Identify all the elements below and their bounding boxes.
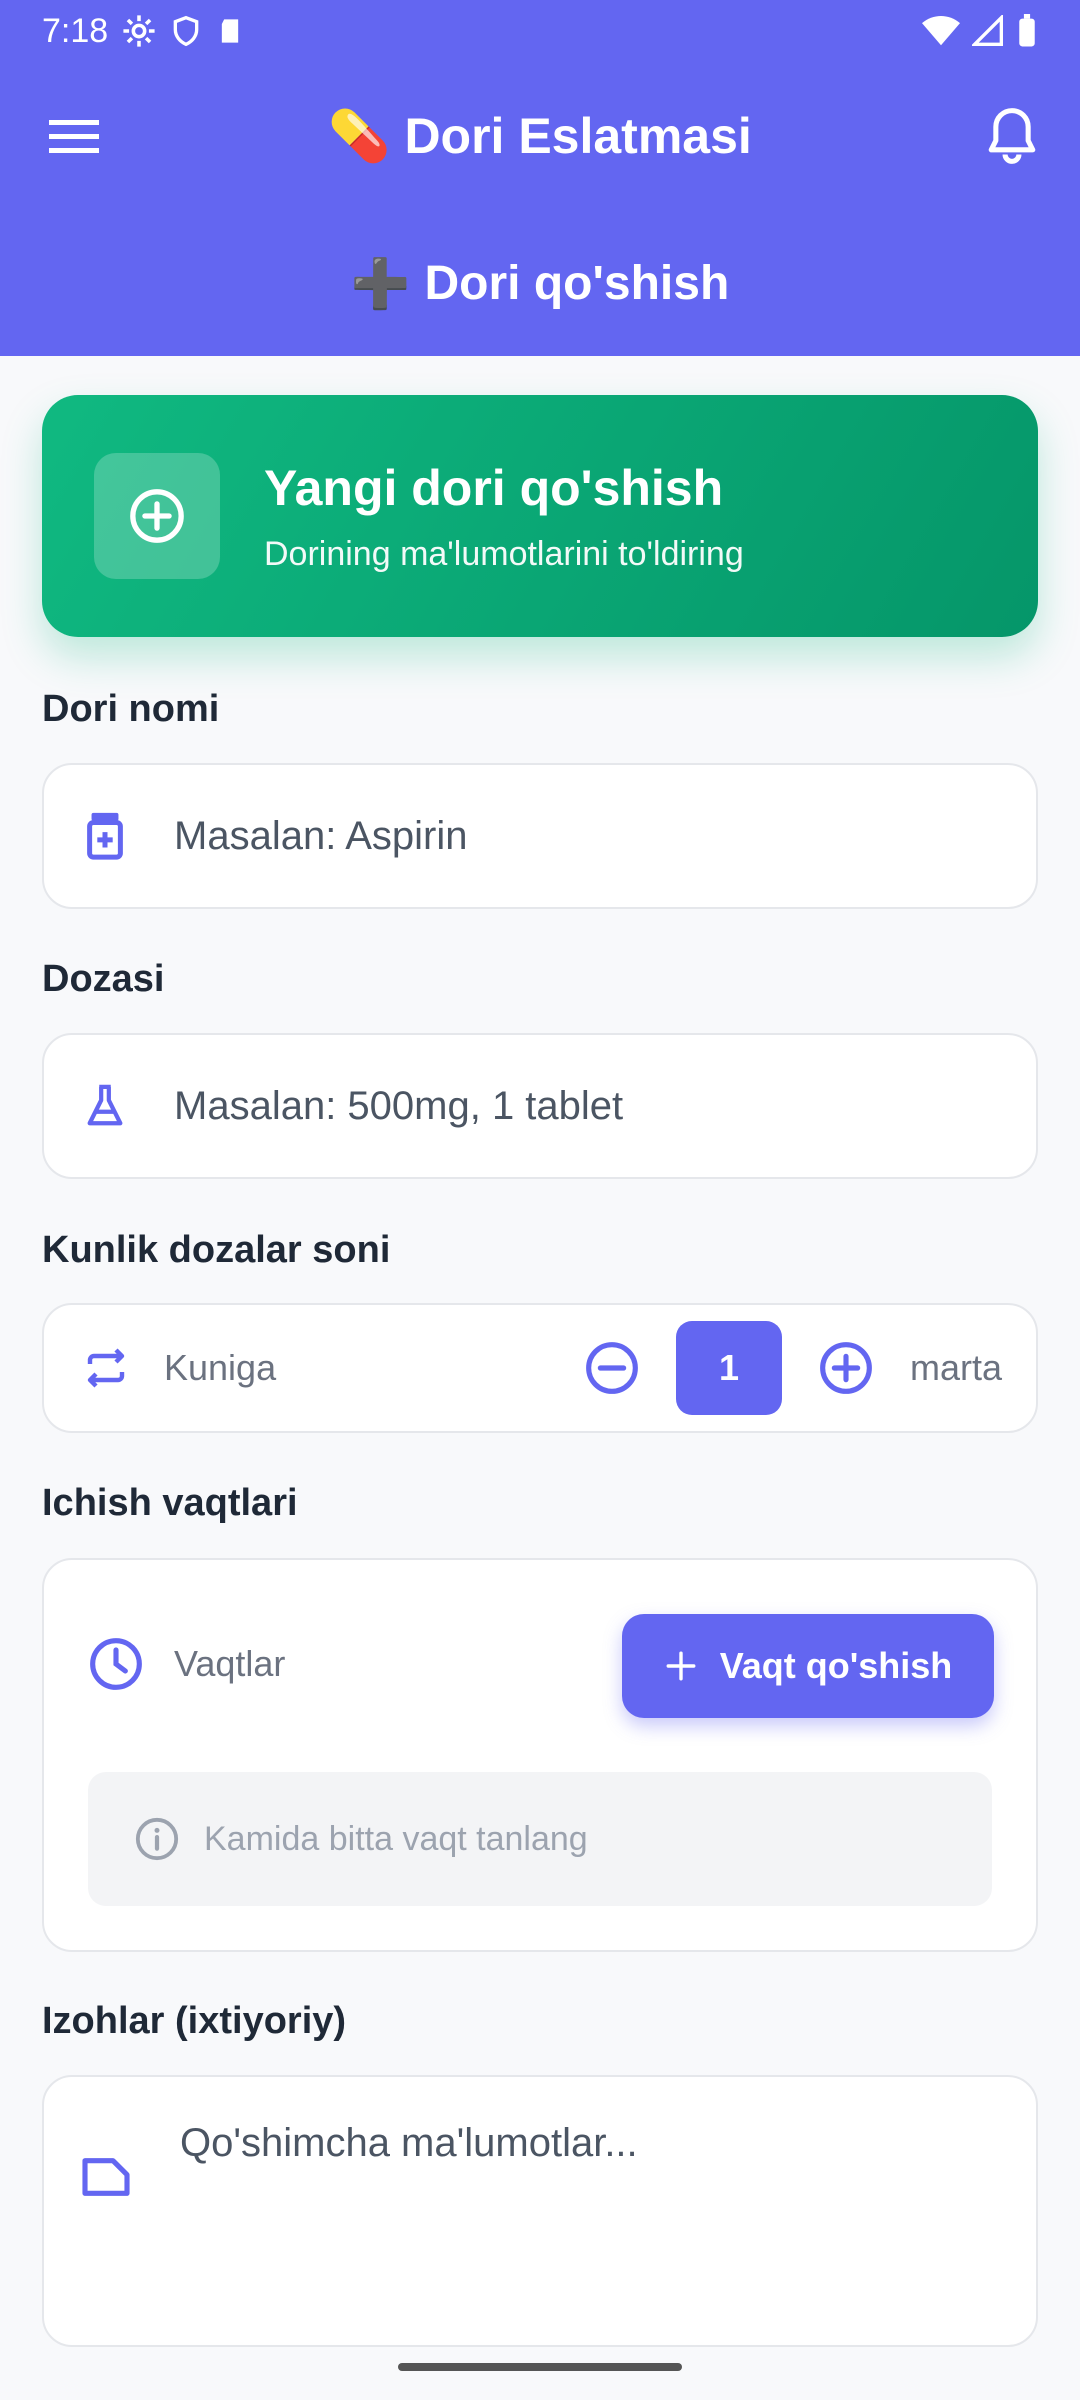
plus-emoji-icon: ➕ [350, 257, 411, 311]
hero-icon-box [94, 453, 220, 579]
daily-doses-suffix: marta [909, 1347, 1002, 1388]
medicine-name-field[interactable]: Masalan: Aspirin [42, 763, 1038, 909]
clock-icon [90, 1638, 142, 1690]
notes-placeholder: Qo'shimcha ma'lumotlar... [180, 2121, 638, 2165]
shield-icon [173, 15, 199, 47]
note-icon [82, 2158, 130, 2196]
hero-card: Yangi dori qo'shish Dorining ma'lumotlar… [42, 395, 1038, 637]
signal-icon [972, 15, 1003, 46]
medication-icon [87, 812, 123, 860]
medicine-name-label: Dori nomi [42, 688, 220, 730]
add-time-button[interactable]: Vaqt qo'shish [622, 1614, 994, 1718]
plus-icon [666, 1651, 696, 1681]
dose-field[interactable]: Masalan: 500mg, 1 tablet [42, 1033, 1038, 1179]
sd-card-icon [222, 19, 239, 43]
repeat-icon [87, 1348, 125, 1388]
settings-icon [123, 15, 155, 47]
menu-button[interactable] [44, 108, 104, 164]
hero-title: Yangi dori qo'shish [264, 459, 724, 516]
minus-circle-icon [586, 1342, 638, 1394]
daily-doses-label: Kunlik dozalar soni [42, 1229, 391, 1271]
intake-times-card: Vaqtlar Vaqt qo'shish Kamida bitta vaqt … [42, 1558, 1038, 1952]
increase-button[interactable] [816, 1338, 876, 1398]
medicine-name-placeholder: Masalan: Aspirin [174, 813, 468, 858]
add-time-label: Vaqt qo'shish [719, 1645, 953, 1686]
battery-icon [1019, 14, 1035, 47]
dose-label: Dozasi [42, 958, 165, 1000]
notes-field[interactable]: Qo'shimcha ma'lumotlar... [42, 2075, 1038, 2347]
add-circle-icon [130, 489, 184, 543]
intake-times-label: Ichish vaqtlari [42, 1482, 298, 1524]
page-title: Dori qo'shish [424, 256, 730, 310]
daily-doses-count: 1 [675, 1321, 782, 1415]
plus-circle-icon [820, 1342, 872, 1394]
page-header: ➕ Dori qo'shish [0, 210, 1080, 356]
info-icon [135, 1817, 179, 1861]
times-title: Vaqtlar [174, 1643, 286, 1684]
app-title: 💊 Dori Eslatmasi [328, 107, 752, 166]
hint-text: Kamida bitta vaqt tanlang [204, 1819, 588, 1858]
pill-emoji-icon: 💊 [328, 107, 391, 164]
hero-subtitle: Dorining ma'lumotlarini to'ldiring [264, 534, 744, 573]
status-time: 7:18 [42, 11, 109, 50]
bell-icon [988, 108, 1036, 164]
flask-icon [87, 1084, 123, 1126]
wifi-icon [922, 15, 960, 46]
status-bar: 7:18 [0, 0, 1080, 62]
notes-label: Izohlar (ixtiyoriy) [42, 2000, 347, 2042]
daily-doses-field: Kuniga 1 marta [42, 1303, 1038, 1433]
hamburger-menu-icon [49, 120, 99, 153]
daily-doses-prefix: Kuniga [164, 1347, 277, 1388]
dose-placeholder: Masalan: 500mg, 1 tablet [174, 1083, 624, 1128]
notifications-button[interactable] [980, 104, 1044, 168]
app-bar: 💊 Dori Eslatmasi [0, 62, 1080, 210]
no-times-hint: Kamida bitta vaqt tanlang [88, 1772, 992, 1906]
home-indicator[interactable] [398, 2363, 682, 2371]
app-title-text: Dori Eslatmasi [404, 108, 752, 164]
decrease-button[interactable] [582, 1338, 642, 1398]
